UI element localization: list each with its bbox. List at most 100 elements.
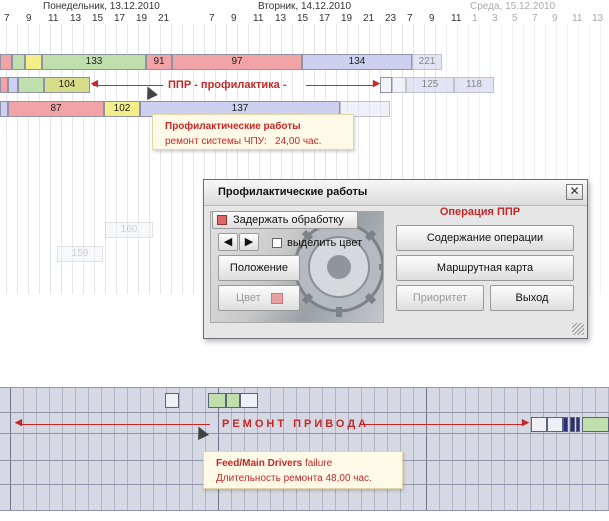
- maintenance-dialog: Профилактические работы ✕ Задержать обра…: [203, 179, 588, 339]
- hour-label: 7: [4, 13, 10, 24]
- grid-line: [504, 388, 505, 510]
- gantt-block[interactable]: [226, 393, 240, 408]
- hour-label: 17: [319, 13, 331, 24]
- arrow-head-left: ◀: [91, 78, 98, 88]
- color-button[interactable]: Цвет: [218, 285, 300, 311]
- gantt-bar-ghost: 160: [105, 222, 153, 238]
- hour-label: 19: [341, 13, 353, 24]
- grid-line: [270, 388, 271, 510]
- grid-line: [400, 388, 401, 510]
- gantt-bar[interactable]: [0, 101, 8, 117]
- grid-line: [452, 388, 453, 510]
- grid-line: [75, 388, 76, 510]
- hour-label: 15: [92, 13, 104, 24]
- hour-label: 7: [209, 13, 215, 24]
- grid-line: [62, 388, 63, 510]
- gantt-bar[interactable]: 87: [8, 101, 104, 117]
- position-button[interactable]: Положение: [218, 255, 300, 281]
- gantt-bar[interactable]: 97: [172, 54, 302, 70]
- hour-label: 11: [572, 13, 583, 24]
- mouse-cursor-icon: [142, 84, 158, 100]
- gantt-bar[interactable]: [12, 54, 25, 70]
- resize-grip-icon[interactable]: [572, 323, 584, 335]
- hour-label: 15: [297, 13, 309, 24]
- hour-label: 5: [512, 13, 518, 24]
- grid-line: [556, 388, 557, 510]
- next-arrow-button[interactable]: ▶: [239, 233, 259, 251]
- prev-arrow-button[interactable]: ◀: [218, 233, 238, 251]
- hold-processing-label: Задержать обработку: [233, 214, 344, 226]
- route-card-button[interactable]: Маршрутная карта: [396, 255, 574, 281]
- gantt-bar[interactable]: 102: [104, 101, 140, 117]
- hour-label: 11: [253, 13, 264, 24]
- dialog-titlebar[interactable]: Профилактические работы ✕: [204, 180, 587, 206]
- grid-line: [600, 24, 601, 294]
- tooltip-maintenance: Профилактические работы ремонт системы Ч…: [152, 114, 354, 150]
- gantt-bar[interactable]: [392, 77, 406, 93]
- row-divider: [0, 412, 609, 413]
- gantt-bar[interactable]: 133: [42, 54, 146, 70]
- ppr-arrow-right: [306, 85, 376, 86]
- gantt-bar[interactable]: [8, 77, 18, 93]
- hour-label: 1: [472, 13, 478, 24]
- grid-line: [296, 388, 297, 510]
- gantt-bar[interactable]: 104: [44, 77, 90, 93]
- hour-label: 3: [492, 13, 498, 24]
- grid-line: [88, 388, 89, 510]
- arrow-head-right: ▶: [373, 78, 380, 88]
- hour-label: 11: [451, 13, 462, 24]
- grid-line: [140, 388, 141, 510]
- gantt-block[interactable]: [576, 417, 580, 432]
- operation-content-button[interactable]: Содержание операции: [396, 225, 574, 251]
- gantt-bar[interactable]: [25, 54, 42, 70]
- gantt-bar[interactable]: [0, 77, 8, 93]
- priority-button[interactable]: Приоритет: [396, 285, 484, 311]
- gantt-block[interactable]: [570, 417, 575, 432]
- gantt-bar[interactable]: 134: [302, 54, 412, 70]
- grid-line: [335, 388, 336, 510]
- hold-processing-checkbox[interactable]: Задержать обработку: [212, 211, 358, 229]
- tooltip-label: ремонт системы ЧПУ:: [165, 136, 267, 147]
- gantt-bar[interactable]: 118: [454, 77, 494, 93]
- hour-label: 13: [592, 13, 604, 24]
- gantt-bar[interactable]: [0, 54, 12, 70]
- hour-label: 9: [429, 13, 435, 24]
- grid-line: [101, 388, 102, 510]
- gantt-block[interactable]: [208, 393, 226, 408]
- gantt-bar[interactable]: 125: [406, 77, 454, 93]
- gantt-bar[interactable]: [18, 77, 44, 93]
- repair-duration: Длительность ремонта 48,00 час.: [216, 473, 372, 484]
- gantt-block[interactable]: [547, 417, 563, 432]
- gantt-block[interactable]: [240, 393, 258, 408]
- dialog-title: Профилактические работы: [218, 186, 368, 198]
- grid-line: [348, 388, 349, 510]
- hour-label: 13: [70, 13, 82, 24]
- gantt-block[interactable]: [165, 393, 179, 408]
- gantt-block[interactable]: [563, 417, 568, 432]
- hour-label: 7: [532, 13, 538, 24]
- color-swatch-icon: [271, 293, 283, 304]
- gantt-block[interactable]: [531, 417, 547, 432]
- tooltip-title: Профилактические работы: [165, 121, 301, 132]
- gantt-bar[interactable]: [380, 77, 392, 93]
- grid-line: [582, 388, 583, 510]
- repair-arrow-left: [20, 424, 210, 425]
- grid-line: [491, 388, 492, 510]
- gantt-block[interactable]: [582, 417, 609, 432]
- highlight-color-label: выделить цвет: [287, 237, 363, 249]
- gantt-bar[interactable]: 221: [412, 54, 442, 70]
- ppr-annotation: ППР - профилактика -: [168, 79, 287, 91]
- grid-line: [595, 388, 596, 510]
- highlight-color-checkbox[interactable]: [272, 238, 282, 248]
- grid-line: [569, 388, 570, 510]
- gantt-bar[interactable]: 91: [146, 54, 172, 70]
- hour-label: 7: [407, 13, 413, 24]
- grid-line: [530, 388, 531, 510]
- hour-label: 17: [114, 13, 126, 24]
- close-button[interactable]: ✕: [566, 184, 583, 200]
- hour-label: 21: [158, 13, 170, 24]
- grid-line: [465, 388, 466, 510]
- gantt-bar-ghost: 159: [57, 246, 103, 262]
- exit-button[interactable]: Выход: [490, 285, 574, 311]
- grid-line: [127, 388, 128, 510]
